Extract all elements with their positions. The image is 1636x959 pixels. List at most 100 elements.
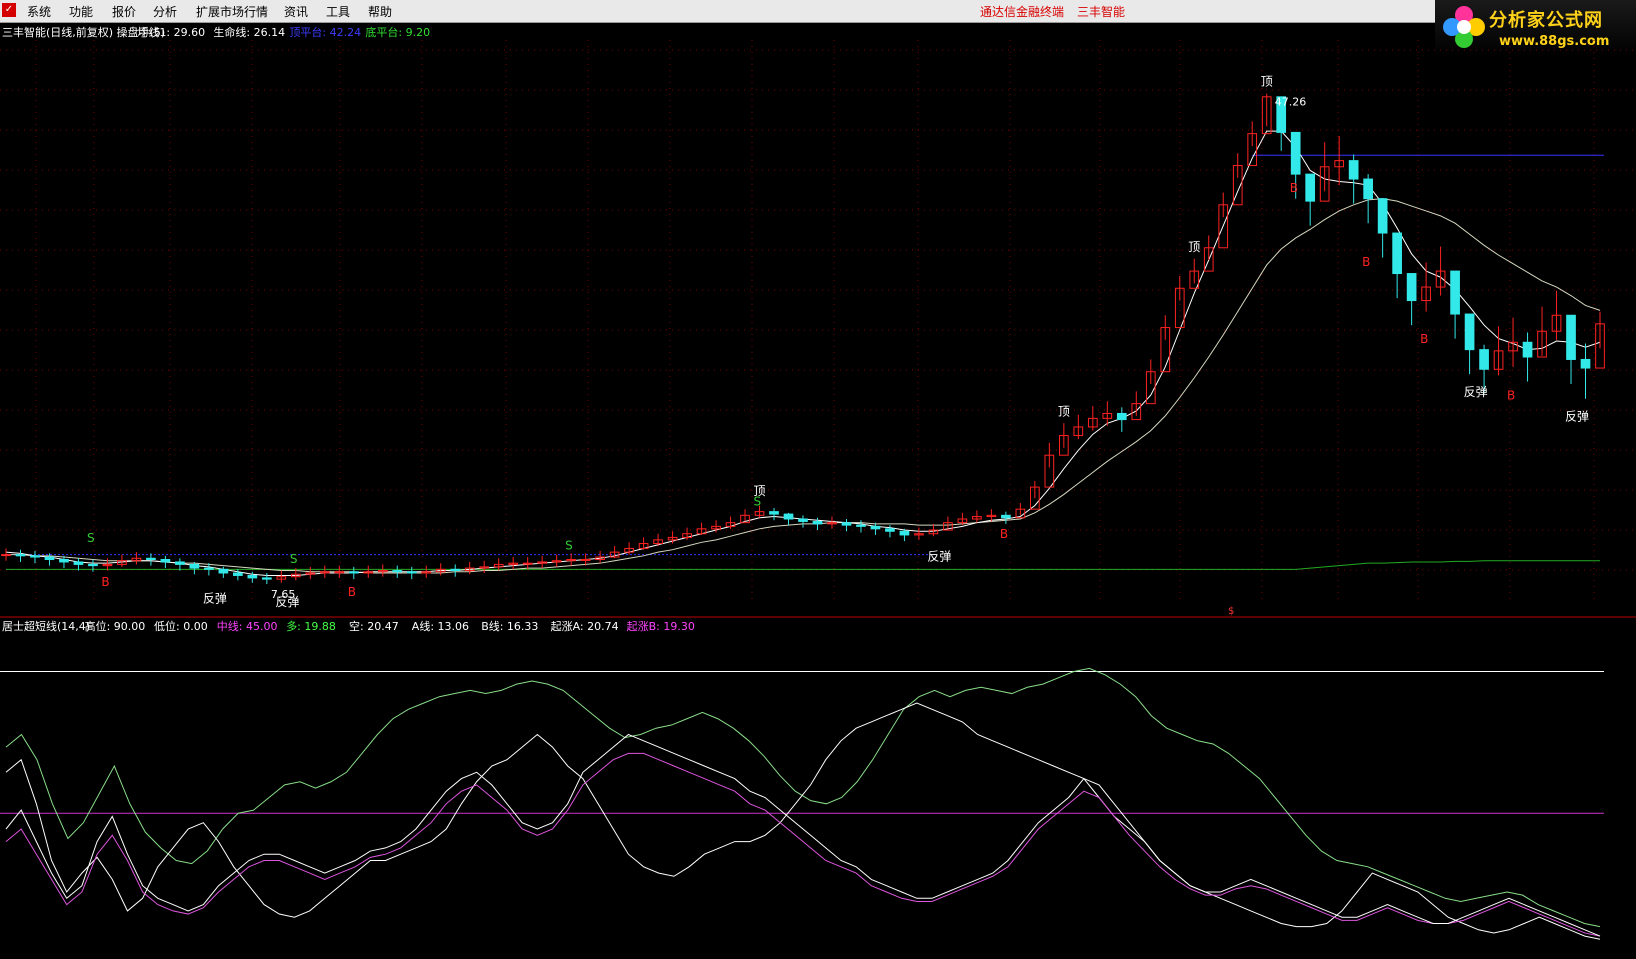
- upper-header-item-2: 生命线: 26.14: [213, 25, 285, 39]
- low-price-label: 7.65: [271, 588, 296, 601]
- lower-header-item-1: 高位: 90.00: [85, 619, 146, 633]
- lower-header-item-4: 多: 19.88: [286, 619, 336, 633]
- candle-body: [1392, 232, 1402, 275]
- lower-header-item-2: 低位: 0.00: [154, 619, 208, 633]
- candle-body: [899, 530, 910, 536]
- stock-chart[interactable]: 三丰智能(日线,前复权) 操盘手(5)均线1: 29.60 生命线: 26.14 顶…: [0, 22, 1636, 959]
- candle-body: [1450, 270, 1460, 315]
- osc-white-line-1: [5, 702, 1601, 940]
- candle-body: [812, 520, 823, 525]
- candle-body: [247, 574, 258, 579]
- candle-body: [522, 562, 533, 565]
- buy-signal-b: B: [1420, 332, 1428, 346]
- candle-body: [146, 557, 156, 560]
- menu-bar: ✓ 系统 功能 报价 分析 扩展市场行情 资讯 工具 帮助 通达信金融终端 三丰…: [0, 0, 1636, 23]
- rebound-signal: 反弹: [203, 591, 227, 605]
- moving-average-lines: [5, 130, 1601, 576]
- lower-header-item-9: 起涨B: 19.30: [627, 620, 695, 633]
- top-signal-ding: 顶: [1188, 240, 1200, 254]
- buy-signal-b: B: [1507, 389, 1515, 403]
- candle-body: [769, 511, 779, 515]
- menu-item-quote[interactable]: 报价: [112, 3, 136, 20]
- candle-body: [1290, 131, 1301, 175]
- peak-price-label: 47.26: [1275, 96, 1307, 109]
- base-line: [6, 560, 1600, 570]
- sell-signal-s: S: [87, 531, 95, 545]
- stock-name-title: 三丰智能: [1077, 5, 1126, 19]
- candle-body: [73, 561, 84, 565]
- candle-body: [1363, 178, 1373, 200]
- lower-header-item-7: B线: 16.33: [481, 619, 538, 633]
- candle-body: [1, 554, 11, 557]
- lower-header-item-8: 起涨A: 20.74: [551, 620, 619, 633]
- candle-body: [218, 568, 229, 574]
- app-icon[interactable]: ✓: [2, 3, 16, 17]
- sell-signal-s: S: [565, 539, 573, 553]
- menu-item-help[interactable]: 帮助: [368, 3, 392, 20]
- upper-header-item-4: 底平台: 9.20: [365, 25, 430, 39]
- candle-body: [885, 528, 895, 532]
- candle-body: [261, 577, 272, 580]
- candle-body: [175, 561, 185, 565]
- buy-signal-b: B: [348, 585, 356, 599]
- window-title: 通达信金融终端: [980, 5, 1065, 19]
- divider-marker: $: [1228, 606, 1234, 617]
- menu-item-system[interactable]: 系统: [27, 3, 51, 20]
- osc-pink-line: [5, 752, 1601, 937]
- menu-item-extended-market[interactable]: 扩展市场行情: [196, 3, 268, 20]
- candle-body: [189, 563, 200, 569]
- candle-body: [1348, 160, 1359, 180]
- candlestick-series: [1, 93, 1605, 585]
- candle-body: [580, 559, 591, 561]
- candle-body: [1464, 313, 1475, 351]
- candle-body: [348, 571, 359, 574]
- candle-body: [204, 567, 214, 570]
- candle-body: [44, 556, 55, 561]
- candle-body: [160, 559, 171, 563]
- candle-body: [1305, 173, 1316, 202]
- lower-header-item-0: 居士超短线(14,4): [2, 619, 90, 633]
- candle-body: [392, 570, 403, 573]
- candle-body: [59, 559, 69, 563]
- lower-header-item-5: 空: 20.47: [349, 619, 399, 633]
- top-signal-ding: 顶: [754, 484, 766, 498]
- candle-body: [1116, 412, 1127, 421]
- platform-lines: [6, 154, 1604, 556]
- candle-body: [334, 571, 345, 574]
- buy-signal-b: B: [1362, 255, 1370, 269]
- menu-item-news[interactable]: 资讯: [284, 3, 308, 20]
- upper-header-item-3: 顶平台: 42.24: [289, 25, 361, 39]
- candle-body: [856, 524, 866, 527]
- lower-indicator-header: 居士超短线(14,4)高位: 90.00 低位: 0.00 中线: 45.00 多: …: [2, 619, 695, 633]
- lower-header-item-6: A线: 13.06: [412, 619, 469, 633]
- menu-item-function[interactable]: 功能: [69, 3, 93, 20]
- candle-body: [406, 571, 417, 574]
- candle-body: [450, 568, 461, 572]
- candle-body: [870, 525, 881, 530]
- buy-signal-b: B: [1000, 527, 1008, 541]
- candle-body: [15, 554, 26, 557]
- rebound-signal: 反弹: [1565, 410, 1589, 424]
- ma1-line: [5, 130, 1601, 576]
- lower-header-item-3: 中线: 45.00: [217, 619, 278, 633]
- candle-body: [30, 555, 40, 558]
- top-signal-ding: 顶: [1261, 75, 1273, 89]
- top-signal-ding: 顶: [1058, 404, 1070, 418]
- candle-body: [88, 563, 98, 567]
- sell-signal-s: S: [290, 552, 298, 566]
- buy-signal-b: B: [1290, 181, 1298, 195]
- candle-body: [783, 513, 794, 520]
- buy-signal-b: B: [101, 575, 109, 589]
- candle-body: [1406, 273, 1417, 302]
- rebound-signal: 反弹: [927, 550, 951, 564]
- menu-item-tools[interactable]: 工具: [326, 3, 350, 20]
- candle-body: [1580, 358, 1591, 369]
- menu-item-analysis[interactable]: 分析: [153, 3, 177, 20]
- oscillator-lines: [5, 667, 1601, 940]
- osc-white-line-2: [5, 733, 1601, 937]
- candle-body: [841, 522, 852, 526]
- candle-body: [1377, 198, 1388, 234]
- candle-body: [1479, 349, 1489, 370]
- candle-body: [233, 572, 243, 576]
- oscillator-levels: [0, 671, 1604, 814]
